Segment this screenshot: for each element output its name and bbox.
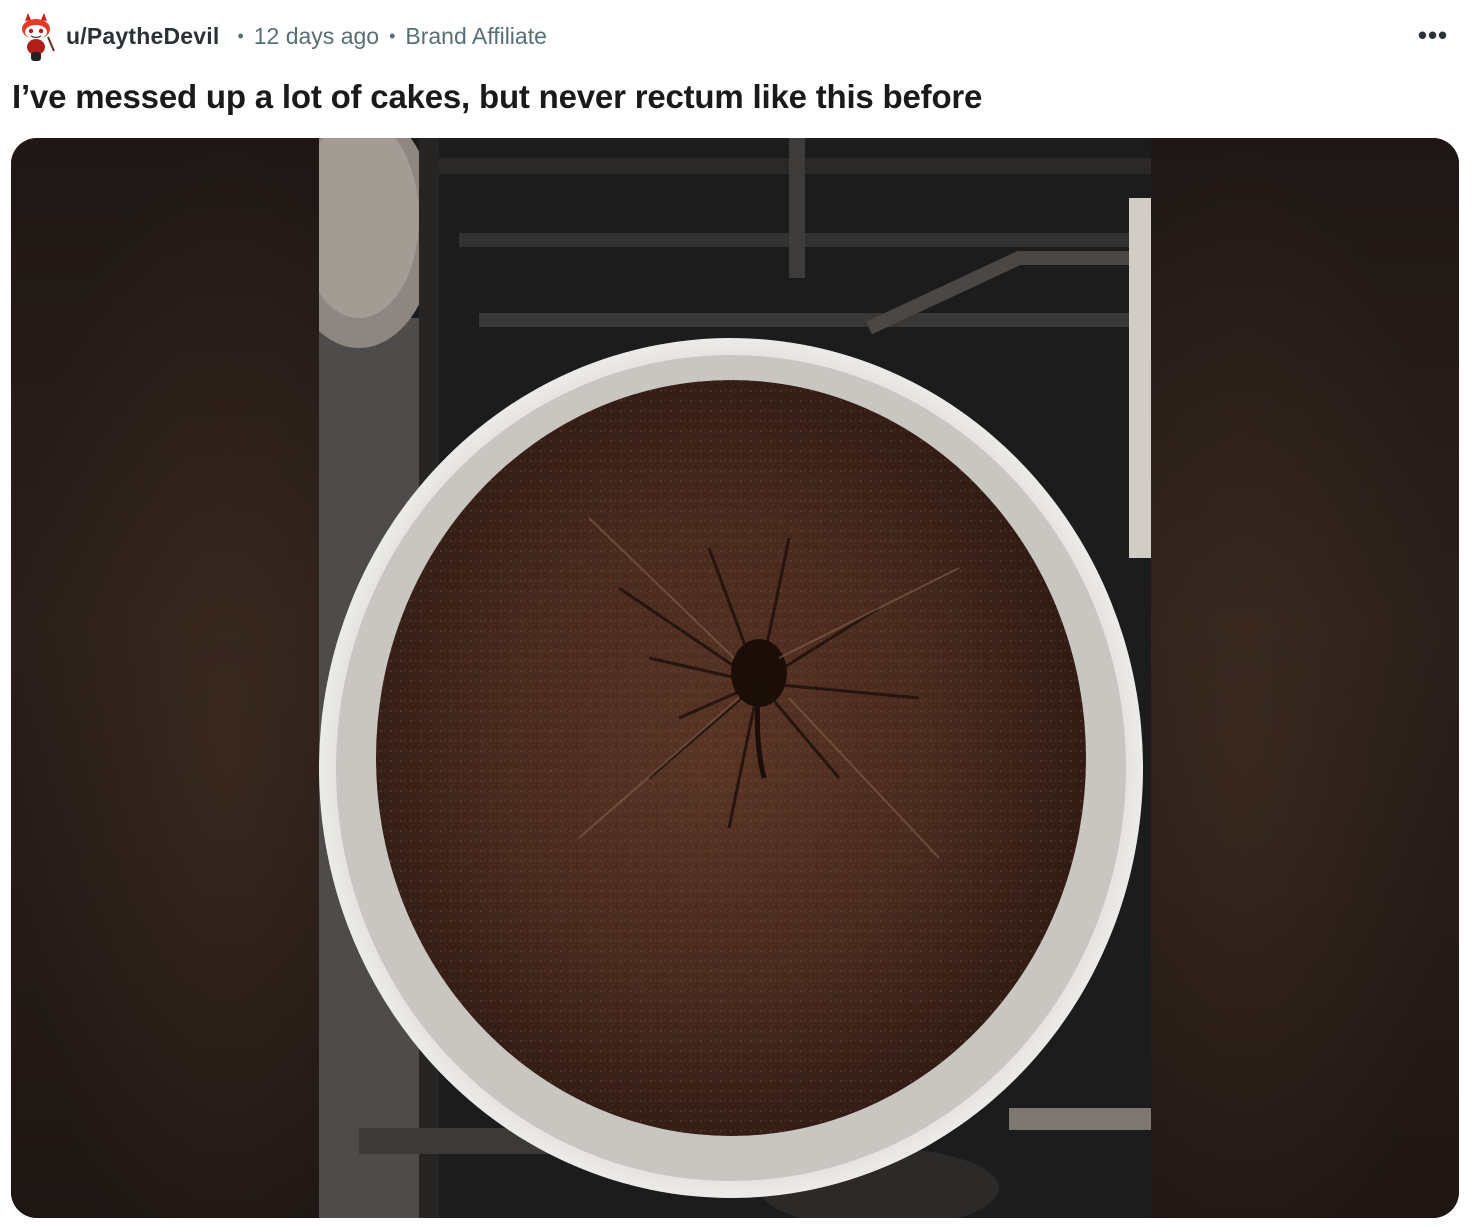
meta-separator: • <box>237 25 244 46</box>
media-blur-background <box>11 138 319 1218</box>
post-image[interactable] <box>319 138 1151 1218</box>
post-media[interactable] <box>11 138 1459 1218</box>
media-blur-background <box>1151 138 1459 1218</box>
author-flair: Brand Affiliate <box>405 22 547 49</box>
post-timestamp[interactable]: 12 days ago <box>254 23 379 50</box>
meta-separator: • <box>389 25 396 46</box>
author-username[interactable]: u/PaytheDevil <box>66 23 219 50</box>
overflow-menu-icon[interactable]: ••• <box>1416 20 1450 50</box>
post-title[interactable]: I’ve messed up a lot of cakes, but never… <box>12 78 982 116</box>
avatar-icon[interactable] <box>14 10 58 62</box>
post-header: u/PaytheDevil • 12 days ago • Brand Affi… <box>14 8 1458 64</box>
post-card: u/PaytheDevil • 12 days ago • Brand Affi… <box>0 0 1472 1230</box>
